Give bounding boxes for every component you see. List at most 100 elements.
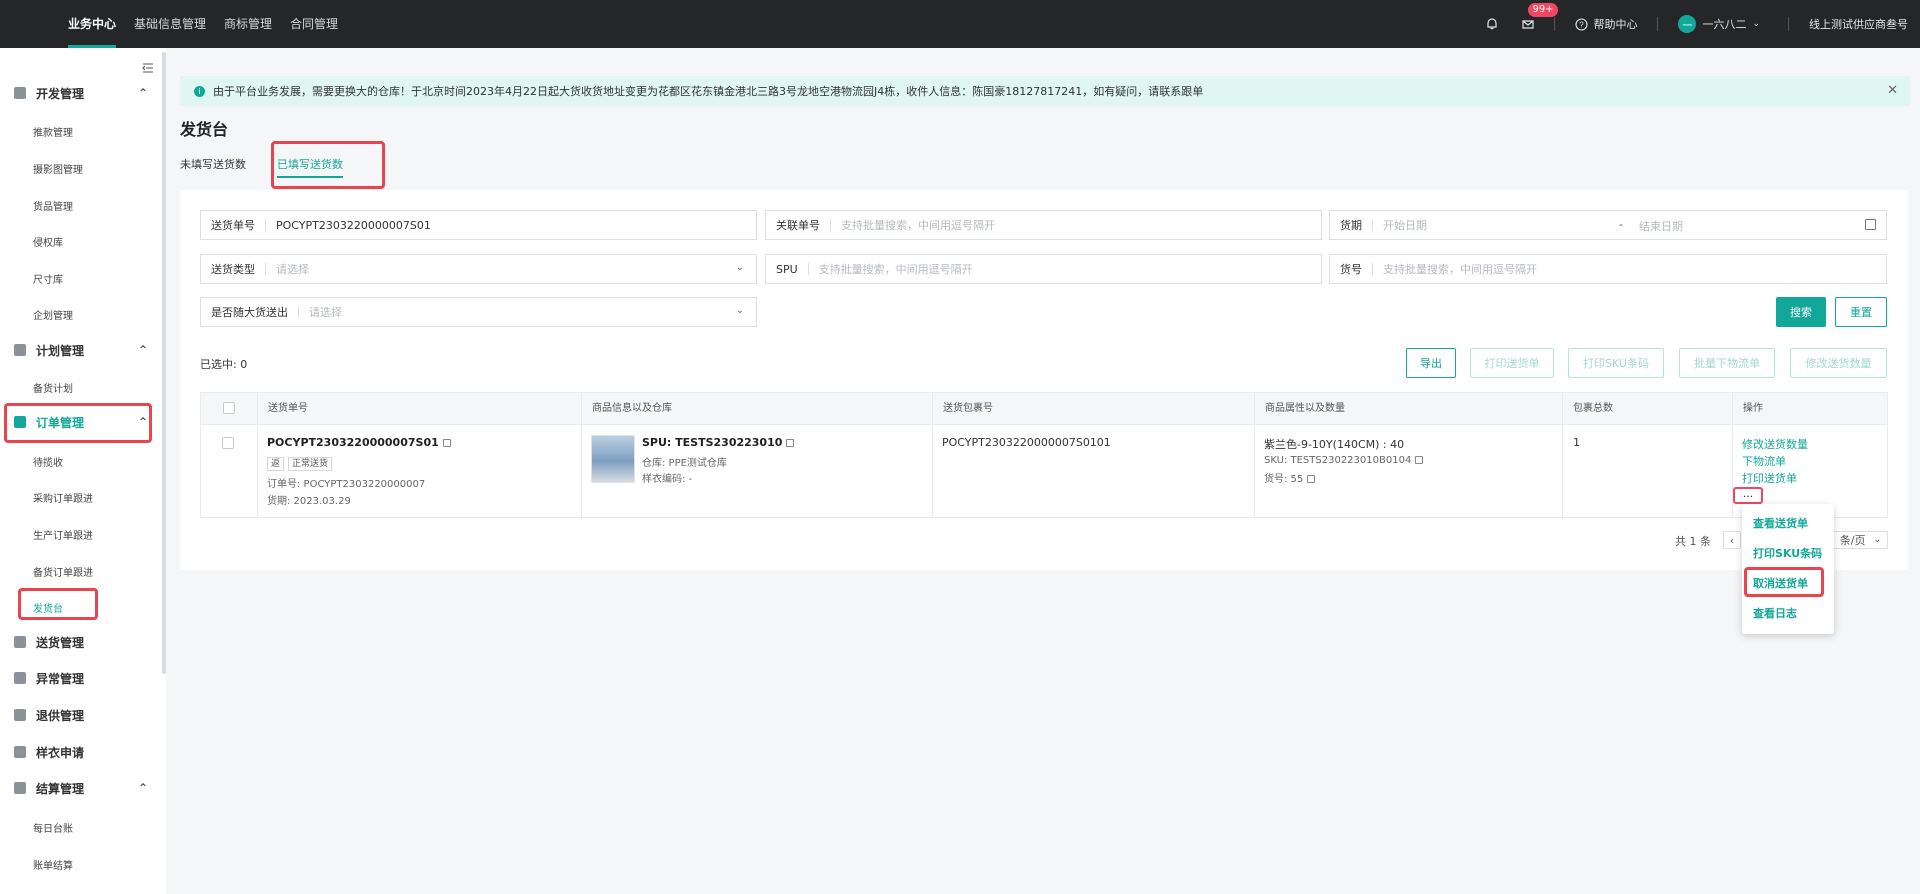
notice-text: 由于平台业务发展，需要更换大的仓库！于北京时间2023年4月22日起大货收货地址… (213, 85, 1204, 98)
row-due-date: 货期: 2023.03.29 (267, 496, 351, 507)
select-all-checkbox[interactable] (223, 402, 235, 414)
calendar-icon[interactable] (1865, 219, 1876, 230)
delivery-no-field[interactable]: 送货单号 POCYPT2303220000007S01 (200, 210, 757, 240)
row-goods-no: 货号: 55 (1264, 470, 1316, 485)
sidebar-group-sample[interactable]: 样衣申请 (0, 738, 158, 766)
tab-unfilled[interactable]: 未填写送货数 (180, 156, 246, 172)
table-header: 送货单号 商品信息以及仓库 送货包裹号 商品属性以及数量 包裹总数 操作 (201, 393, 1887, 425)
print-delivery-button[interactable]: 打印送货单 (1470, 348, 1554, 378)
view-log-option[interactable]: 查看日志 (1753, 605, 1797, 621)
print-sku-option[interactable]: 打印SKU条码 (1753, 545, 1822, 561)
spu-input[interactable]: 支持批量搜索，中间用逗号隔开 (819, 261, 973, 277)
exception-icon (14, 672, 26, 684)
product-image[interactable] (591, 435, 635, 483)
menu-collapse-icon[interactable] (142, 62, 154, 74)
delivery-type-select[interactable]: 送货类型 请选择 ⌄ (200, 254, 757, 284)
sidebar-scrollbar[interactable] (162, 52, 166, 674)
sidebar-item-pickup[interactable]: 待揽收 (33, 454, 63, 469)
sidebar-group-delivery[interactable]: 送货管理 (0, 628, 158, 656)
top-nav: 业务中心 基础信息管理 商标管理 合同管理 (68, 0, 356, 48)
print-sku-button[interactable]: 打印SKU条码 (1568, 348, 1664, 378)
row-checkbox[interactable] (222, 437, 234, 449)
field-separator (807, 263, 809, 275)
sidebar-group-return[interactable]: 退供管理 (0, 701, 158, 729)
spu-field[interactable]: SPU 支持批量搜索，中间用逗号隔开 (765, 254, 1322, 284)
close-icon[interactable]: ✕ (1887, 83, 1898, 98)
sidebar-item-size[interactable]: 尺寸库 (33, 271, 63, 286)
top-divider-2 (1657, 17, 1659, 31)
row-sku: SKU: TESTS230223010B0104 (1264, 455, 1424, 466)
sidebar-group-plan[interactable]: 计划管理 ⌃ (0, 336, 158, 364)
goods-no-field[interactable]: 货号 支持批量搜索，中间用逗号隔开 (1329, 254, 1887, 284)
sidebar-item-photo[interactable]: 摄影图管理 (33, 161, 83, 176)
sidebar-item-bill-settlement[interactable]: 账单结算 (33, 857, 73, 872)
top-nav-business-center[interactable]: 业务中心 (68, 0, 117, 48)
sidebar-item-production-follow[interactable]: 生产订单跟进 (33, 527, 93, 542)
highlight-cancel-delivery (1744, 567, 1824, 597)
col-operations: 操作 (1732, 393, 1763, 425)
sidebar-item-stock-plan[interactable]: 备货计划 (33, 380, 73, 395)
top-divider (1554, 17, 1556, 31)
due-date-range[interactable]: 货期 开始日期 - 结束日期 (1329, 210, 1887, 240)
sidebar-group-exception[interactable]: 异常管理 (0, 664, 158, 692)
help-icon: ? (1575, 17, 1589, 31)
top-divider-3 (1788, 17, 1789, 31)
reset-button[interactable]: 重置 (1835, 297, 1887, 327)
edit-quantity-button[interactable]: 修改送货数量 (1790, 348, 1887, 378)
end-date-input[interactable]: 结束日期 (1639, 218, 1683, 234)
sidebar-item-push[interactable]: 推款管理 (33, 124, 73, 139)
field-label: 是否随大货送出 (211, 306, 288, 319)
goods-no-input[interactable]: 支持批量搜索，中间用逗号隔开 (1383, 261, 1537, 277)
chevron-up-icon: ⌃ (137, 343, 148, 357)
sidebar-group-settlement[interactable]: 结算管理 ⌃ (0, 774, 158, 802)
top-bar: 业务中心 基础信息管理 商标管理 合同管理 99+ ? 帮助中心 一 一六八二 … (0, 0, 1920, 48)
svg-text:?: ? (1580, 20, 1585, 29)
user-name: 一六八二 (1702, 18, 1747, 31)
page-size-label: 条/页 (1839, 534, 1866, 547)
help-center-link[interactable]: ? 帮助中心 (1575, 16, 1637, 32)
top-right-area: 99+ ? 帮助中心 一 一六八二 ⌄ 线上测试供应商叁号 (1482, 0, 1920, 48)
copy-icon[interactable] (786, 439, 795, 447)
field-separator (265, 263, 266, 275)
highlight-order-management (4, 403, 152, 443)
print-delivery-link[interactable]: 打印送货单 (1742, 470, 1797, 486)
shipping-table: 送货单号 商品信息以及仓库 送货包裹号 商品属性以及数量 包裹总数 操作 (200, 392, 1888, 518)
copy-icon[interactable] (1307, 475, 1316, 483)
goods-no-text: 货号: 55 (1264, 474, 1304, 485)
export-button[interactable]: 导出 (1406, 348, 1456, 378)
sidebar-item-goods[interactable]: 货品管理 (33, 198, 73, 213)
bell-icon[interactable] (1482, 14, 1502, 34)
edit-quantity-link[interactable]: 修改送货数量 (1742, 436, 1808, 452)
sidebar-item-purchase-follow[interactable]: 采购订单跟进 (33, 490, 93, 505)
start-date-input[interactable]: 开始日期 (1383, 217, 1427, 233)
page-title: 发货台 (180, 120, 229, 139)
search-button[interactable]: 搜索 (1776, 297, 1826, 327)
user-menu[interactable]: 一 一六八二 ⌄ (1678, 15, 1760, 33)
with-bulk-select[interactable]: 是否随大货送出 请选择 ⌄ (200, 297, 757, 327)
sidebar-item-stock-follow[interactable]: 备货订单跟进 (33, 564, 93, 579)
col-package-total: 包裹总数 (1562, 393, 1613, 425)
notification-icon[interactable]: 99+ (1518, 3, 1558, 34)
select-placeholder: 请选择 (309, 306, 342, 319)
sidebar-group-development[interactable]: 开发管理 ⌃ (0, 79, 158, 107)
related-no-field[interactable]: 关联单号 支持批量搜索，中间用逗号隔开 (765, 210, 1322, 240)
top-nav-basic-info[interactable]: 基础信息管理 (134, 0, 206, 48)
column-divider (257, 425, 258, 517)
copy-icon[interactable] (1415, 456, 1424, 464)
notice-banner: i 由于平台业务发展，需要更换大的仓库！于北京时间2023年4月22日起大货收货… (180, 76, 1910, 106)
batch-logistics-button[interactable]: 批量下物流单 (1679, 348, 1775, 378)
top-nav-contract[interactable]: 合同管理 (290, 0, 338, 48)
view-delivery-option[interactable]: 查看送货单 (1753, 515, 1808, 531)
more-actions-button[interactable]: ... (1733, 487, 1763, 504)
chevron-down-icon: ⌄ (735, 262, 744, 273)
sidebar-item-daily-ledger[interactable]: 每日台账 (33, 820, 73, 835)
prev-page-button[interactable]: ‹ (1723, 531, 1741, 549)
sidebar-item-infringement[interactable]: 侵权库 (33, 234, 63, 249)
sidebar (0, 48, 166, 894)
logistics-link[interactable]: 下物流单 (1742, 453, 1786, 469)
related-no-input[interactable]: 支持批量搜索，中间用逗号隔开 (841, 217, 995, 233)
copy-icon[interactable] (442, 439, 451, 447)
top-nav-trademark[interactable]: 商标管理 (224, 0, 272, 48)
delivery-no-input[interactable]: POCYPT2303220000007S01 (276, 219, 431, 232)
sidebar-item-planning[interactable]: 企划管理 (33, 307, 73, 322)
